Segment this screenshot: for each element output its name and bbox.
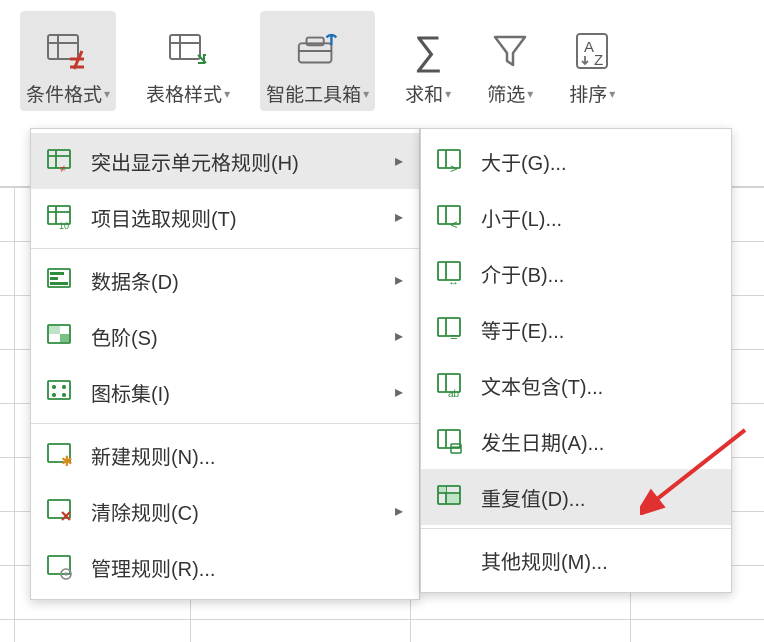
menu-item-label: 文本包含(T)... [481, 371, 715, 400]
toolbar-conditional-format[interactable]: 条件格式 ▾ [20, 11, 116, 111]
grid-line [14, 186, 15, 642]
manage-rules-icon [45, 553, 75, 581]
svg-text:Z: Z [594, 52, 603, 69]
chevron-down-icon: ▾ [363, 87, 369, 101]
menu-item-label: 管理规则(R)... [91, 553, 403, 582]
chevron-down-icon: ▾ [104, 87, 110, 101]
conditional-format-menu: ≠ 突出显示单元格规则(H) ▸ 10 项目选取规则(T) ▸ 数据条(D) ▸… [30, 128, 420, 600]
submenu-greater-than[interactable]: > 大于(G)... [421, 133, 731, 189]
sigma-icon: ∑ [405, 28, 451, 74]
grid-line [630, 588, 631, 642]
menu-item-label: 图标集(I) [91, 378, 379, 407]
svg-text:✱: ✱ [61, 453, 73, 468]
chevron-down-icon: ▾ [527, 87, 533, 101]
menu-item-new-rule[interactable]: ✱ 新建规则(N)... [31, 427, 419, 483]
submenu-between[interactable]: ↔ 介于(B)... [421, 245, 731, 301]
menu-item-label: 项目选取规则(T) [91, 203, 379, 232]
highlight-rules-submenu: > 大于(G)... < 小于(L)... ↔ 介于(B)... = 等于(E)… [420, 128, 732, 593]
equal-icon: = [435, 315, 465, 343]
menu-separator [31, 423, 419, 424]
menu-separator [421, 528, 731, 529]
menu-item-label: 大于(G)... [481, 147, 715, 176]
submenu-arrow-icon: ▸ [395, 501, 403, 521]
menu-item-label: 重复值(D)... [481, 483, 715, 512]
top-bottom-icon: 10 [45, 203, 75, 231]
svg-text:10: 10 [59, 221, 69, 230]
submenu-less-than[interactable]: < 小于(L)... [421, 189, 731, 245]
toolbar-sum[interactable]: ∑ 求和 ▾ [399, 11, 457, 111]
menu-item-label: 等于(E)... [481, 315, 715, 344]
svg-text:ab: ab [448, 389, 460, 398]
conditional-format-icon [45, 28, 91, 74]
toolbar-label: 筛选 [487, 80, 525, 107]
svg-text:<: < [450, 217, 458, 230]
submenu-duplicate[interactable]: 重复值(D)... [421, 469, 731, 525]
menu-item-data-bars[interactable]: 数据条(D) ▸ [31, 252, 419, 308]
clear-rules-icon [45, 497, 75, 525]
data-bars-icon [45, 266, 75, 294]
svg-text:↔: ↔ [448, 276, 459, 286]
submenu-arrow-icon: ▸ [395, 270, 403, 290]
menu-item-label: 发生日期(A)... [481, 427, 715, 456]
submenu-date[interactable]: 发生日期(A)... [421, 413, 731, 469]
less-than-icon: < [435, 203, 465, 231]
svg-text:≠: ≠ [60, 164, 66, 174]
menu-item-icon-sets[interactable]: 图标集(I) ▸ [31, 364, 419, 420]
submenu-arrow-icon: ▸ [395, 151, 403, 171]
menu-item-label: 新建规则(N)... [91, 441, 403, 470]
menu-item-label: 数据条(D) [91, 266, 379, 295]
table-style-icon [165, 28, 211, 74]
menu-item-label: 介于(B)... [481, 259, 715, 288]
color-scales-icon [45, 322, 75, 350]
svg-text:>: > [450, 161, 458, 174]
smart-toolbox-icon [295, 28, 341, 74]
svg-text:=: = [450, 329, 458, 342]
menu-item-clear-rules[interactable]: 清除规则(C) ▸ [31, 483, 419, 539]
chevron-down-icon: ▾ [609, 87, 615, 101]
menu-separator [31, 248, 419, 249]
chevron-down-icon: ▾ [224, 87, 230, 101]
menu-item-label: 小于(L)... [481, 203, 715, 232]
new-rule-icon: ✱ [45, 441, 75, 469]
icon-sets-icon [45, 378, 75, 406]
submenu-arrow-icon: ▸ [395, 207, 403, 227]
toolbar-label: 排序 [569, 80, 607, 107]
menu-item-label: 色阶(S) [91, 322, 379, 351]
chevron-down-icon: ▾ [445, 87, 451, 101]
menu-item-label: 其他规则(M)... [481, 546, 715, 575]
toolbar-table-style[interactable]: 表格样式 ▾ [140, 11, 236, 111]
svg-text:A: A [584, 39, 594, 56]
greater-than-icon: > [435, 147, 465, 175]
toolbar-label: 条件格式 [26, 80, 102, 107]
toolbar-label: 表格样式 [146, 80, 222, 107]
sort-icon: A Z [569, 28, 615, 74]
menu-item-manage-rules[interactable]: 管理规则(R)... [31, 539, 419, 595]
menu-item-highlight-rules[interactable]: ≠ 突出显示单元格规则(H) ▸ [31, 133, 419, 189]
toolbar-sort[interactable]: A Z 排序 ▾ [563, 11, 621, 111]
menu-item-label: 清除规则(C) [91, 497, 379, 526]
submenu-text-contains[interactable]: ab 文本包含(T)... [421, 357, 731, 413]
text-contains-icon: ab [435, 371, 465, 399]
submenu-more-rules[interactable]: 其他规则(M)... [421, 532, 731, 588]
submenu-arrow-icon: ▸ [395, 382, 403, 402]
highlight-rules-icon: ≠ [45, 147, 75, 175]
ribbon-group: 条件格式 ▾ 表格样式 ▾ 智能工具箱 [0, 0, 764, 120]
toolbar-smart-toolbox[interactable]: 智能工具箱 ▾ [260, 11, 375, 111]
toolbar-label: 智能工具箱 [266, 80, 361, 107]
duplicate-icon [435, 483, 465, 511]
funnel-icon [487, 28, 533, 74]
date-icon [435, 427, 465, 455]
menu-item-top-bottom[interactable]: 10 项目选取规则(T) ▸ [31, 189, 419, 245]
menu-item-label: 突出显示单元格规则(H) [91, 147, 379, 176]
submenu-arrow-icon: ▸ [395, 326, 403, 346]
menu-item-color-scales[interactable]: 色阶(S) ▸ [31, 308, 419, 364]
between-icon: ↔ [435, 259, 465, 287]
toolbar-label: 求和 [405, 80, 443, 107]
toolbar-filter[interactable]: 筛选 ▾ [481, 11, 539, 111]
submenu-equal[interactable]: = 等于(E)... [421, 301, 731, 357]
